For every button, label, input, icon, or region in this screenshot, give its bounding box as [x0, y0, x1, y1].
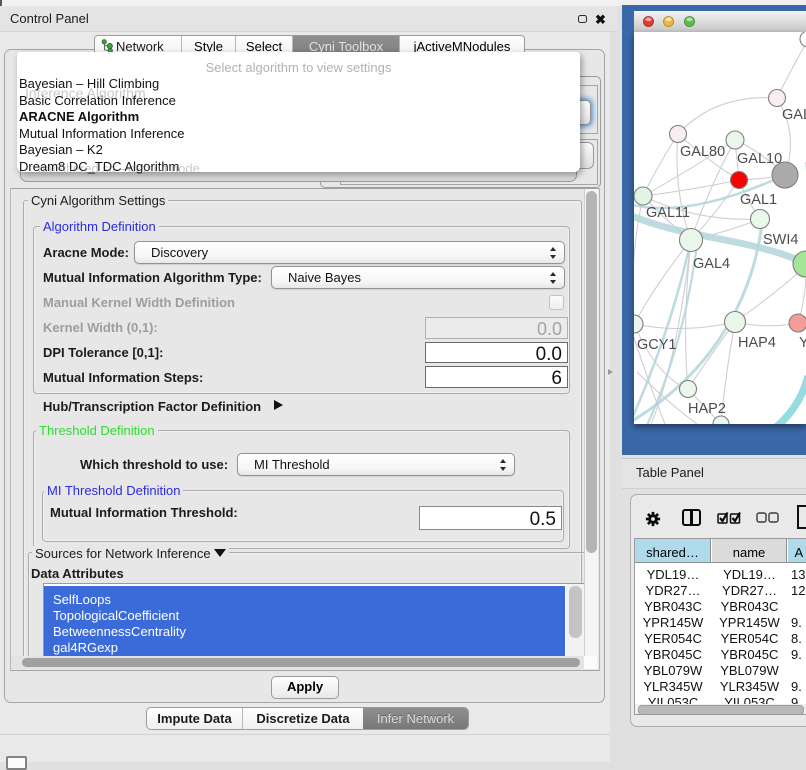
svg-text:GAL1: GAL1	[740, 192, 777, 208]
svg-text:GAL11: GAL11	[646, 205, 690, 221]
svg-text:Y: Y	[799, 335, 806, 351]
svg-text:GCY1: GCY1	[637, 337, 677, 353]
svg-text:GAL2: GAL2	[782, 107, 806, 123]
svg-text:HAP4: HAP4	[738, 335, 776, 351]
svg-text:HAP2: HAP2	[688, 401, 726, 417]
svg-text:SWI4: SWI4	[763, 232, 798, 248]
svg-text:GAL80: GAL80	[680, 144, 725, 160]
svg-text:GAL10: GAL10	[737, 151, 782, 167]
svg-text:GAL4: GAL4	[693, 256, 730, 272]
